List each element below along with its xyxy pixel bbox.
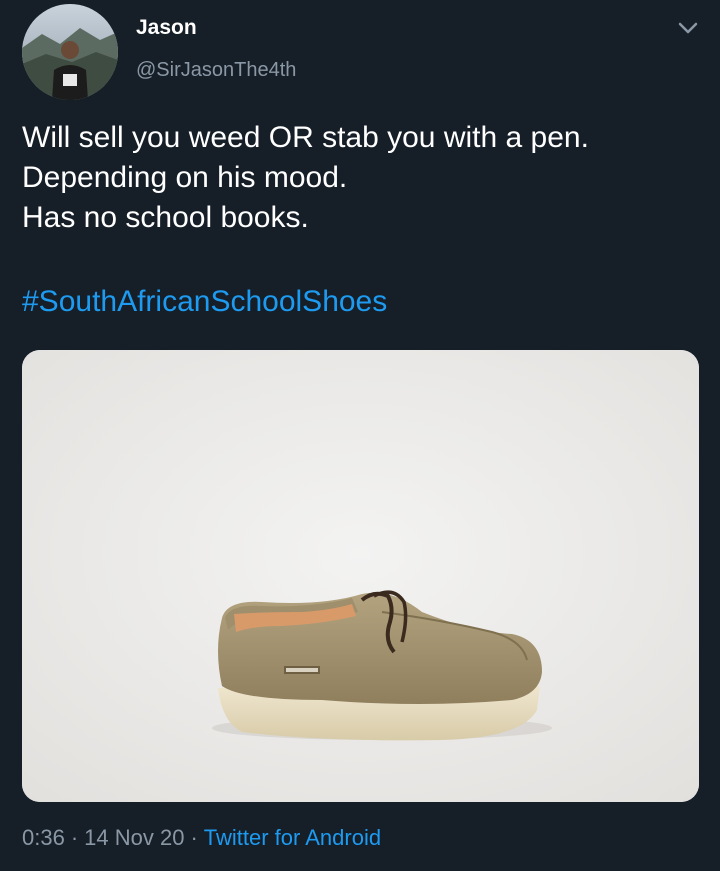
tweet-card: Jason @SirJasonThe4th Will sell you weed… — [0, 0, 720, 871]
tweet-time[interactable]: 0:36 — [22, 825, 65, 850]
tweet-line: Depending on his mood. — [22, 161, 348, 194]
tweet-text: Will sell you weed OR stab you with a pe… — [22, 118, 702, 238]
tweet-line: Has no school books. — [22, 201, 309, 234]
chevron-down-icon[interactable] — [676, 18, 700, 38]
tweet-source-link[interactable]: Twitter for Android — [204, 825, 381, 850]
avatar-photo-icon — [22, 4, 118, 100]
meta-separator: · — [190, 825, 198, 850]
shoe-photo-icon — [22, 350, 699, 802]
tweet-meta: 0:36 · 14 Nov 20 · Twitter for Android — [22, 822, 381, 854]
user-handle[interactable]: @SirJasonThe4th — [136, 56, 296, 84]
tweet-media[interactable] — [22, 350, 699, 802]
tweet-line: Will sell you weed OR stab you with a pe… — [22, 121, 589, 154]
avatar[interactable] — [22, 4, 118, 100]
display-name[interactable]: Jason — [136, 14, 197, 42]
tweet-date[interactable]: 14 Nov 20 — [84, 825, 184, 850]
meta-separator: · — [70, 825, 79, 850]
hashtag-link[interactable]: #SouthAfricanSchoolShoes — [22, 282, 387, 322]
